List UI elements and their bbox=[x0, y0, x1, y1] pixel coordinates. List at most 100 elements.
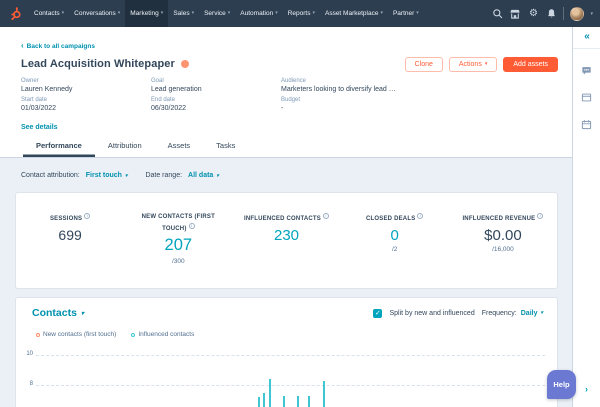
date-range-dropdown[interactable]: All data ▾ bbox=[188, 172, 219, 179]
chevron-down-icon: ▾ bbox=[118, 11, 121, 16]
chevron-down-icon: ▾ bbox=[416, 11, 419, 16]
info-icon[interactable] bbox=[84, 213, 90, 219]
hubspot-logo-icon[interactable] bbox=[0, 0, 29, 27]
marketplace-icon[interactable] bbox=[509, 8, 521, 20]
metrics-summary-card: SESSIONS 699 NEW CONTACTS (FIRST TOUCH) … bbox=[15, 192, 558, 289]
add-assets-button[interactable]: Add assets bbox=[503, 57, 558, 72]
chart-bar bbox=[297, 396, 299, 407]
field-owner: Owner Lauren Kennedy bbox=[21, 78, 151, 93]
field-goal: Goal Lead generation bbox=[151, 78, 281, 93]
campaign-fields: Owner Lauren Kennedy Goal Lead generatio… bbox=[21, 78, 558, 116]
gridline-8 bbox=[36, 385, 545, 386]
contacts-metric-dropdown[interactable]: Contacts ▾ bbox=[32, 307, 84, 319]
campaign-tabs: Performance Attribution Assets Tasks bbox=[23, 141, 248, 157]
chevron-left-icon: ‹ bbox=[21, 42, 24, 50]
chart-controls: ✓ Split by new and influenced Frequency:… bbox=[373, 309, 543, 318]
header-actions: Clone Actions▾ Add assets bbox=[405, 57, 558, 72]
actions-dropdown-button[interactable]: Actions▾ bbox=[449, 57, 497, 72]
tab-attribution[interactable]: Attribution bbox=[95, 141, 155, 157]
frequency-control: Frequency: Daily ▾ bbox=[482, 310, 543, 317]
metric-closed-deals: CLOSED DEALS 0 /2 bbox=[341, 213, 449, 288]
info-icon[interactable] bbox=[537, 213, 543, 219]
metric-goal: /300 bbox=[131, 258, 225, 265]
see-details-link[interactable]: See details bbox=[21, 124, 58, 131]
chevron-down-icon[interactable]: ▾ bbox=[590, 11, 593, 17]
contacts-chart-card: Contacts ▾ ✓ Split by new and influenced… bbox=[15, 297, 558, 407]
frequency-dropdown[interactable]: Daily ▾ bbox=[521, 310, 543, 317]
field-end-date: End date 06/30/2022 bbox=[151, 97, 281, 112]
nav-utilities: ⚙ ▾ bbox=[491, 0, 600, 27]
page-title: Lead Acquisition Whitepaper bbox=[21, 58, 175, 70]
nav-item-marketing[interactable]: Marketing▾ bbox=[125, 0, 168, 27]
chart-bar bbox=[269, 379, 271, 407]
chart-bar bbox=[258, 397, 260, 407]
metric-value: $0.00 bbox=[456, 228, 550, 244]
tab-assets[interactable]: Assets bbox=[155, 141, 204, 157]
nav-item-reports[interactable]: Reports▾ bbox=[283, 0, 320, 27]
nav-item-contacts[interactable]: Contacts▾ bbox=[29, 0, 69, 27]
nav-item-conversations[interactable]: Conversations▾ bbox=[69, 0, 125, 27]
legend-dot-icon bbox=[131, 333, 135, 337]
metric-goal bbox=[239, 246, 333, 253]
info-icon[interactable] bbox=[323, 213, 329, 219]
info-icon[interactable] bbox=[189, 223, 195, 229]
comments-icon[interactable] bbox=[581, 65, 592, 76]
chevron-down-icon: ▾ bbox=[485, 62, 488, 67]
chevron-down-icon: ▾ bbox=[192, 11, 195, 16]
legend-item-influenced-contacts[interactable]: Influenced contacts bbox=[131, 331, 194, 338]
nav-item-service[interactable]: Service▾ bbox=[199, 0, 235, 27]
right-rail: « › bbox=[572, 27, 600, 407]
metric-goal: /2 bbox=[348, 246, 442, 253]
calendar-icon[interactable] bbox=[581, 119, 592, 130]
field-budget: Budget - bbox=[281, 97, 558, 112]
chart-bar bbox=[263, 393, 265, 407]
campaign-header: ‹ Back to all campaigns Lead Acquisition… bbox=[0, 27, 572, 158]
split-checkbox-label: Split by new and influenced bbox=[389, 310, 474, 317]
chart-plot: 10 8 bbox=[36, 350, 545, 407]
chart-bar bbox=[323, 381, 325, 407]
metric-goal bbox=[23, 245, 117, 252]
clone-button[interactable]: Clone bbox=[405, 57, 443, 72]
title-row: Lead Acquisition Whitepaper Clone Action… bbox=[21, 56, 558, 72]
y-axis-tick: 8 bbox=[20, 381, 33, 387]
chevron-down-icon: ▾ bbox=[62, 11, 65, 16]
chevron-down-icon: ▾ bbox=[125, 173, 128, 179]
expand-panel-icon[interactable]: › bbox=[573, 384, 600, 394]
split-checkbox[interactable]: ✓ bbox=[373, 309, 382, 318]
tab-tasks[interactable]: Tasks bbox=[203, 141, 248, 157]
legend-item-new-contacts[interactable]: New contacts (first touch) bbox=[36, 331, 116, 338]
metric-value: 0 bbox=[348, 228, 442, 244]
nav-item-sales[interactable]: Sales▾ bbox=[168, 0, 199, 27]
field-start-date: Start date 01/03/2022 bbox=[21, 97, 151, 112]
chart-bar bbox=[283, 396, 285, 407]
contact-panel-icon[interactable] bbox=[581, 92, 592, 103]
settings-gear-icon[interactable]: ⚙ bbox=[527, 8, 539, 20]
chevron-down-icon: ▾ bbox=[216, 173, 219, 179]
legend-dot-icon bbox=[36, 333, 40, 337]
back-to-campaigns-link[interactable]: ‹ Back to all campaigns bbox=[21, 42, 95, 50]
help-button[interactable]: Help bbox=[547, 370, 576, 399]
nav-item-partner[interactable]: Partner▾ bbox=[388, 0, 424, 27]
chevron-down-icon: ▾ bbox=[161, 11, 164, 16]
metric-value: 230 bbox=[239, 228, 333, 244]
metric-influenced-contacts: INFLUENCED CONTACTS 230 bbox=[232, 213, 340, 288]
field-audience: Audience Marketers looking to diversify … bbox=[281, 78, 558, 93]
search-icon[interactable] bbox=[491, 8, 503, 20]
metric-value: 207 bbox=[131, 237, 225, 254]
notifications-bell-icon[interactable] bbox=[545, 8, 557, 20]
collapse-panel-icon[interactable]: « bbox=[584, 27, 589, 48]
tab-performance[interactable]: Performance bbox=[23, 141, 95, 157]
nav-divider bbox=[563, 7, 564, 20]
user-avatar[interactable] bbox=[570, 7, 584, 21]
chevron-down-icon: ▾ bbox=[228, 11, 231, 16]
nav-item-asset-marketplace[interactable]: Asset Marketplace▾ bbox=[320, 0, 388, 27]
contact-attribution-dropdown[interactable]: First touch ▾ bbox=[86, 172, 128, 179]
nav-item-automation[interactable]: Automation▾ bbox=[235, 0, 282, 27]
main-content: ‹ Back to all campaigns Lead Acquisition… bbox=[0, 27, 572, 407]
info-icon[interactable] bbox=[417, 213, 423, 219]
chevron-down-icon: ▾ bbox=[540, 310, 543, 316]
primary-nav: Contacts▾ Conversations▾ Marketing▾ Sale… bbox=[29, 0, 424, 27]
frequency-label: Frequency: bbox=[482, 310, 517, 317]
chevron-down-icon: ▾ bbox=[312, 11, 315, 16]
metric-new-contacts: NEW CONTACTS (FIRST TOUCH) 207 /300 bbox=[124, 213, 232, 288]
